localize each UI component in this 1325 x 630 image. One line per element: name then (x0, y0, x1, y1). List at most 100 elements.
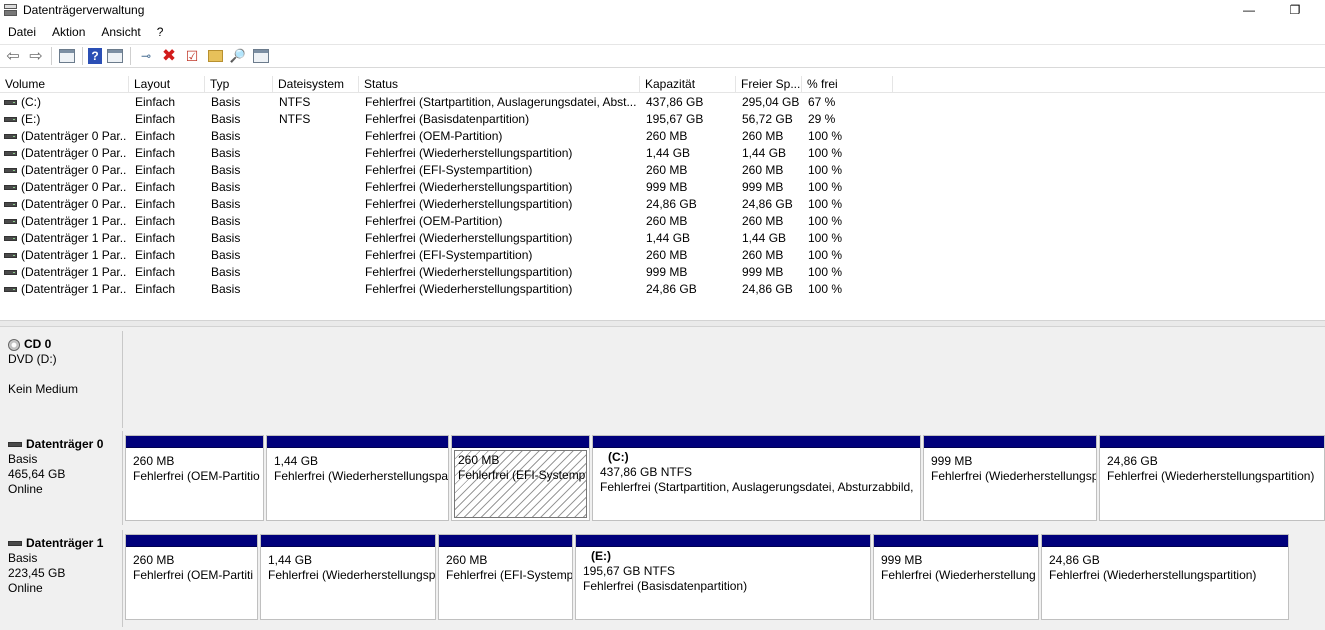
menu-datei[interactable]: Datei (0, 25, 44, 39)
help-icon[interactable]: ? (88, 48, 102, 64)
layout-cell: Einfach (135, 214, 176, 228)
properties-icon[interactable]: ☑ (182, 46, 202, 66)
panel-icon[interactable] (57, 46, 77, 66)
filesystem-cell (279, 264, 357, 281)
forward-icon[interactable]: ⇨ (26, 46, 46, 66)
table-row[interactable]: (Datenträger 0 Par... Einfach Basis Fehlerf… (0, 145, 1325, 162)
column-kapazitaet[interactable]: Kapazität (640, 76, 736, 93)
disk1-label[interactable]: Datenträger 1 Basis 223,45 GB Online (0, 530, 123, 627)
disk1-partition-3[interactable]: 260 MB Fehlerfrei (EFI-Systemp (438, 534, 573, 620)
table-row[interactable]: (Datenträger 1 Par... Einfach Basis Fehlerf… (0, 230, 1325, 247)
status-cell: Fehlerfrei (EFI-Systempartition) (365, 163, 533, 177)
percent-free-cell: 100 % (808, 129, 843, 143)
status-cell: Fehlerfrei (Startpartition, Auslagerungs… (365, 95, 637, 109)
cd0-label[interactable]: CD 0 DVD (D:) Kein Medium (0, 331, 123, 428)
table-row[interactable]: (Datenträger 1 Par... Einfach Basis Fehlerf… (0, 247, 1325, 264)
restore-icon: ❐ (1289, 3, 1301, 17)
partition-status: Fehlerfrei (Startpartition, Auslagerungs… (600, 480, 914, 494)
connect-icon[interactable]: ⊸ (136, 46, 156, 66)
menu-ansicht[interactable]: Ansicht (93, 25, 148, 39)
cd0-media-status: Kein Medium (8, 382, 79, 396)
layout-cell: Einfach (135, 248, 176, 262)
table-row[interactable]: (Datenträger 1 Par... Einfach Basis Fehlerf… (0, 213, 1325, 230)
capacity-cell: 260 MB (646, 248, 688, 262)
column-volume[interactable]: Volume (0, 76, 129, 93)
pane-splitter[interactable] (0, 320, 1325, 327)
capacity-cell: 1,44 GB (646, 231, 691, 245)
disk0-partition-c[interactable]: (C:) 437,86 GB NTFS Fehlerfrei (Startpar… (592, 435, 921, 521)
free-space-cell: 295,04 GB (742, 95, 800, 109)
disk1-partition-6[interactable]: 24,86 GB Fehlerfrei (Wiederherstellungsp… (1041, 534, 1289, 620)
capacity-cell: 24,86 GB (646, 197, 697, 211)
volume-name: (Datenträger 1 Par... (21, 265, 127, 279)
type-cell: Basis (211, 163, 241, 177)
disk1-partition-5[interactable]: 999 MB Fehlerfrei (Wiederherstellung (873, 534, 1039, 620)
partition-size: 260 MB (458, 453, 500, 467)
layout-cell: Einfach (135, 129, 176, 143)
disk0-label[interactable]: Datenträger 0 Basis 465,64 GB Online (0, 431, 123, 525)
column-status[interactable]: Status (359, 76, 640, 93)
partition-bar (439, 535, 572, 547)
filesystem-cell: NTFS (279, 95, 311, 109)
column-layout[interactable]: Layout (129, 76, 205, 93)
panel-icon[interactable] (251, 46, 271, 66)
status-cell: Fehlerfrei (Wiederherstellungspartition) (365, 180, 573, 194)
volume-drive-icon (4, 100, 17, 105)
free-space-cell: 1,44 GB (742, 146, 787, 160)
capacity-cell: 260 MB (646, 163, 688, 177)
disk0-partition-2[interactable]: 1,44 GB Fehlerfrei (Wiederherstellungspa (266, 435, 449, 521)
disk-icon (8, 442, 22, 447)
table-row[interactable]: (Datenträger 1 Par... Einfach Basis Fehlerf… (0, 264, 1325, 281)
disk-graphical-view: CD 0 DVD (D:) Kein Medium Datenträger 0 … (0, 327, 1325, 630)
free-space-cell: 260 MB (742, 163, 784, 177)
table-row[interactable]: (Datenträger 0 Par... Einfach Basis Fehlerf… (0, 162, 1325, 179)
delete-icon[interactable]: ✖ (159, 46, 179, 66)
table-row[interactable]: (Datenträger 1 Par... Einfach Basis Fehlerf… (0, 281, 1325, 298)
disk1-partition-1[interactable]: 260 MB Fehlerfrei (OEM-Partiti (125, 534, 258, 620)
column-freier-speicher[interactable]: Freier Sp... (736, 76, 802, 93)
partition-size: 999 MB (931, 454, 973, 468)
status-cell: Fehlerfrei (OEM-Partition) (365, 129, 503, 143)
table-row[interactable]: (Datenträger 0 Par... Einfach Basis Fehlerf… (0, 128, 1325, 145)
folder-up-icon[interactable] (205, 46, 225, 66)
partition-bar (126, 535, 257, 547)
partition-status: Fehlerfrei (Wiederherstellungsp (268, 568, 435, 582)
maximize-button[interactable]: ❐ (1272, 0, 1318, 20)
column-prozent-frei[interactable]: % frei (802, 76, 893, 93)
table-row[interactable]: (Datenträger 0 Par... Einfach Basis Fehlerf… (0, 196, 1325, 213)
panel-icon[interactable] (105, 46, 125, 66)
disk1-name: Datenträger 1 (26, 536, 104, 550)
filesystem-cell (279, 162, 357, 179)
menu-aktion[interactable]: Aktion (44, 25, 93, 39)
volume-drive-icon (4, 168, 17, 173)
layout-cell: Einfach (135, 231, 176, 245)
volume-drive-icon (4, 185, 17, 190)
capacity-cell: 260 MB (646, 214, 688, 228)
partition-size: 260 MB (446, 553, 488, 567)
status-cell: Fehlerfrei (Wiederherstellungspartition) (365, 265, 573, 279)
disk0-partition-6[interactable]: 24,86 GB Fehlerfrei (Wiederherstellungsp… (1099, 435, 1325, 521)
status-cell: Fehlerfrei (EFI-Systempartition) (365, 248, 533, 262)
disk1-partition-2[interactable]: 1,44 GB Fehlerfrei (Wiederherstellungsp (260, 534, 436, 620)
disk0-name: Datenträger 0 (26, 437, 104, 451)
back-icon[interactable]: ⇦ (3, 46, 23, 66)
status-cell: Fehlerfrei (Wiederherstellungspartition) (365, 197, 573, 211)
disk1-type: Basis (8, 551, 38, 565)
table-row[interactable]: (Datenträger 0 Par... Einfach Basis Fehlerf… (0, 179, 1325, 196)
filesystem-cell (279, 179, 357, 196)
menu-bar: Datei Aktion Ansicht ? (0, 22, 1325, 42)
disk1-partition-e[interactable]: (E:) 195,67 GB NTFS Fehlerfrei (Basisdat… (575, 534, 871, 620)
volume-name: (E:) (21, 112, 41, 126)
column-dateisystem[interactable]: Dateisystem (273, 76, 359, 93)
search-icon[interactable]: 🔎 (228, 46, 248, 66)
partition-size: 1,44 GB (274, 454, 319, 468)
minimize-button[interactable]: — (1226, 0, 1272, 20)
menu-help[interactable]: ? (149, 25, 172, 39)
column-typ[interactable]: Typ (205, 76, 273, 93)
disk0-partition-1[interactable]: 260 MB Fehlerfrei (OEM-Partitio (125, 435, 264, 521)
table-row[interactable]: (E:) Einfach Basis NTFS Fehlerfrei (Basisdat… (0, 111, 1325, 128)
layout-cell: Einfach (135, 180, 176, 194)
table-row[interactable]: (C:) Einfach Basis NTFS Fehlerfrei (Startpar… (0, 94, 1325, 111)
disk0-partition-5[interactable]: 999 MB Fehlerfrei (Wiederherstellungsp (923, 435, 1097, 521)
disk0-partition-3-selected[interactable]: 260 MB Fehlerfrei (EFI-Systempa (451, 435, 590, 521)
